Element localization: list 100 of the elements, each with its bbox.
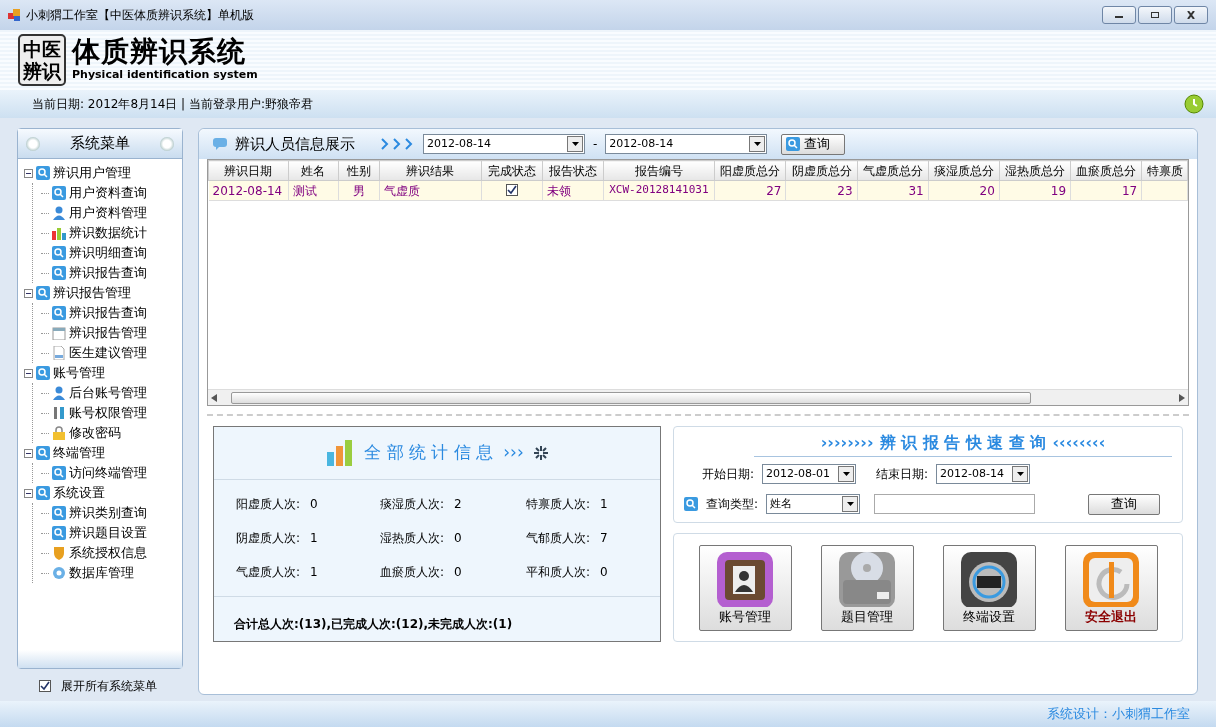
stat-value: 0 [454,531,462,545]
column-header[interactable]: 完成状态 [481,160,543,181]
start-date-picker[interactable]: 2012-08-01 [762,464,856,484]
camera-icon [959,549,1019,607]
date-to-picker[interactable]: 2012-08-14 [605,134,768,154]
column-header[interactable]: 性别 [338,160,380,181]
date-from-picker[interactable]: 2012-08-14 [423,134,585,154]
caret-icon [571,142,579,146]
session-info: 当前日期: 2012年8月14日 | 当前登录用户:野狼帝君 [32,96,313,113]
stat-label: 平和质人次: [526,565,591,579]
query-type-dropdown[interactable]: 姓名 [766,494,861,514]
stats-title: 全 部 统 计 信 息 [364,441,494,465]
menu-item[interactable]: 辨识报告管理 [53,283,131,303]
menu-item[interactable]: 系统授权信息 [69,543,147,563]
menu-item[interactable]: 账号管理 [53,363,105,383]
menu-item[interactable]: 后台账号管理 [69,383,147,403]
scroll-thumb[interactable] [231,391,1031,404]
close-button[interactable] [1174,6,1208,24]
query-button[interactable]: 查询 [781,133,846,155]
tile-button[interactable]: 题目管理 [820,544,914,631]
horizontal-scrollbar[interactable] [208,389,1188,405]
tile-button[interactable]: 终端设置 [942,544,1036,631]
column-header[interactable]: 辨识结果 [379,160,482,181]
search-icon [36,446,50,460]
query-type-label: 查询类型: [706,496,759,513]
search-icon [52,306,66,320]
app-subtitle: Physical identification system [72,66,258,83]
bar-chart-icon [326,440,355,466]
caret-icon [1016,472,1024,476]
column-header[interactable]: 湿热质总分 [999,160,1071,181]
title-arrows: ‹‹‹‹‹‹‹‹ [1052,431,1106,454]
menu-item[interactable]: 辨识数据统计 [69,223,147,243]
menu-item[interactable]: 辨识用户管理 [53,163,131,183]
column-header[interactable]: 报告状态 [542,160,604,181]
collapse-icon[interactable] [24,488,33,498]
menu-item[interactable]: 辨识类别查询 [69,503,147,523]
search-icon [36,286,50,300]
menu-item[interactable]: 辨识题目设置 [69,523,147,543]
end-date-label: 结束日期: [876,466,929,483]
chevrons-icon [381,138,415,150]
end-date-picker[interactable]: 2012-08-14 [936,464,1031,484]
collapse-icon[interactable] [24,448,33,458]
column-header[interactable]: 血瘀质总分 [1070,160,1142,181]
expand-all-checkbox[interactable] [39,680,51,692]
maximize-button[interactable] [1138,6,1172,24]
menu-item[interactable]: 用户资料查询 [69,183,147,203]
column-header[interactable]: 气虚质总分 [857,160,929,181]
minimize-button[interactable] [1102,6,1136,24]
menu-item[interactable]: 辨识明细查询 [69,243,147,263]
column-header[interactable]: 阴虚质总分 [785,160,858,181]
caret-icon [846,502,854,506]
column-header[interactable]: 阳虚质总分 [714,160,786,181]
stat-label: 阴虚质人次: [236,531,301,545]
menu-item[interactable]: 用户资料管理 [69,203,147,223]
column-header[interactable]: 姓名 [288,160,339,181]
refresh-icon[interactable] [1184,94,1204,114]
knob-icon [26,136,40,151]
menu-item[interactable]: 数据库管理 [69,563,134,583]
menu-item[interactable]: 访问终端管理 [69,463,147,483]
search-button[interactable]: 查询 [1088,493,1160,515]
keyword-field[interactable] [874,494,1036,514]
collapse-icon[interactable] [24,368,33,378]
stat-label: 气虚质人次: [236,565,301,579]
search-icon [52,266,66,280]
search-icon [36,366,50,380]
stat-label: 痰湿质人次: [380,497,445,511]
menu-item[interactable]: 辨识报告查询 [69,263,147,283]
menu-item[interactable]: 系统设置 [53,483,105,503]
tile-button[interactable]: 安全退出 [1064,544,1158,631]
search-icon [52,186,66,200]
document-icon [52,346,66,360]
scroll-right-icon[interactable] [1179,393,1185,402]
scroll-left-icon[interactable] [211,393,217,402]
chat-icon [213,138,227,150]
stat-value: 1 [600,497,608,511]
stat-value: 0 [600,565,608,579]
stat-value: 7 [600,531,608,545]
column-header[interactable]: 辨识日期 [208,160,288,181]
column-header[interactable]: 痰湿质总分 [928,160,1000,181]
menu-item[interactable]: 账号权限管理 [69,403,147,423]
menu-item[interactable]: 医生建议管理 [69,343,147,363]
collapse-icon[interactable] [24,168,33,178]
stat-label: 血瘀质人次: [380,565,445,579]
menu-item[interactable]: 修改密码 [69,423,121,443]
column-header[interactable]: 报告编号 [603,160,715,181]
user-icon [52,386,66,400]
spinner-icon [533,446,548,460]
completed-checkbox[interactable] [505,183,518,196]
menu-item[interactable]: 辨识报告管理 [69,323,147,343]
menu-item[interactable]: 辨识报告查询 [69,303,147,323]
search-icon [52,466,66,480]
tile-button[interactable]: 账号管理 [698,544,792,631]
menu-item[interactable]: 终端管理 [53,443,105,463]
column-header[interactable]: 特禀质 [1141,160,1188,181]
search-icon [36,166,50,180]
stat-value: 0 [310,497,318,511]
tools-icon [52,406,66,420]
stat-value: 0 [454,565,462,579]
collapse-icon[interactable] [24,288,33,298]
disc-drive-icon [837,549,897,607]
